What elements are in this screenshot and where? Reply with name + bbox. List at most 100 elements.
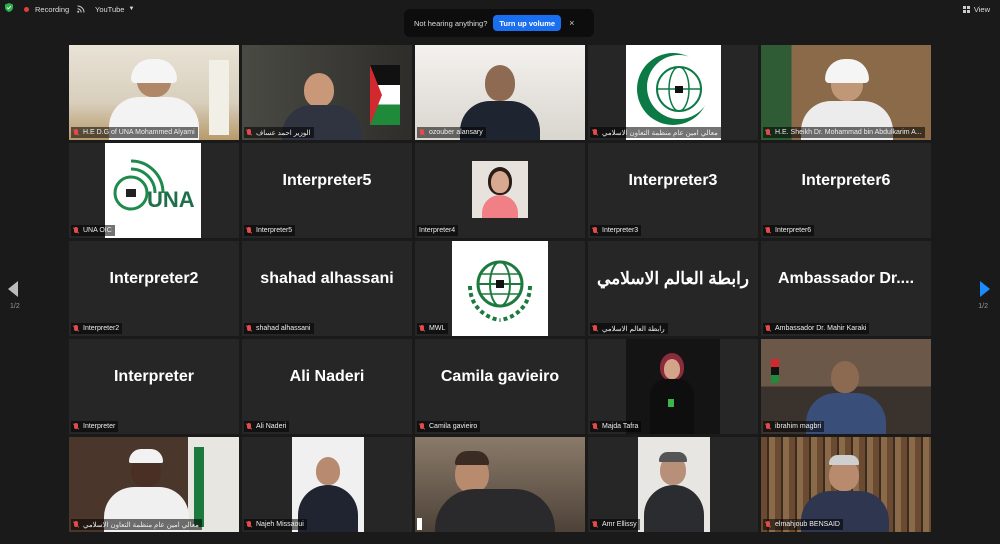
muted-mic-icon bbox=[419, 324, 425, 333]
participant-tile[interactable]: Amr Ellissy bbox=[588, 437, 758, 532]
participant-tile[interactable]: Interpreter5 Interpreter5 bbox=[242, 143, 412, 238]
participant-display-name: shahad alhassani bbox=[260, 270, 394, 287]
muted-mic-icon bbox=[246, 520, 252, 529]
muted-mic-icon bbox=[765, 324, 771, 333]
participant-name: H.E. Sheikh Dr. Mohammad bin Abdulkarim … bbox=[763, 127, 925, 138]
participant-name: Ambassador Dr. Mahir Karaki bbox=[763, 323, 870, 334]
participant-tile[interactable]: shahad alhassani shahad alhassani bbox=[242, 241, 412, 336]
participant-tile[interactable]: Interpreter3 Interpreter3 bbox=[588, 143, 758, 238]
participant-tile[interactable]: ozouber alansary bbox=[415, 45, 585, 140]
participant-name: UNA OIC bbox=[71, 225, 115, 236]
participant-display-name: Interpreter3 bbox=[628, 172, 718, 189]
muted-mic-icon bbox=[765, 226, 771, 235]
muted-mic-icon bbox=[592, 128, 598, 137]
participant-tile[interactable]: Camila gavieiro Camila gavieiro bbox=[415, 339, 585, 434]
participant-tile[interactable]: H.E. Sheikh Dr. Mohammad bin Abdulkarim … bbox=[761, 45, 931, 140]
muted-mic-icon bbox=[592, 422, 598, 431]
muted-mic-icon bbox=[246, 324, 252, 333]
chevron-down-icon: ▼ bbox=[128, 6, 135, 12]
participant-tile-active-speaker[interactable]: الوزير احمد عساف bbox=[242, 45, 412, 140]
mwl-logo-icon bbox=[468, 260, 532, 322]
previous-page-arrow-icon[interactable] bbox=[8, 281, 18, 302]
recording-label: Recording bbox=[35, 4, 70, 14]
participant-tile[interactable]: UNA UNA OIC bbox=[69, 143, 239, 238]
participant-tile[interactable] bbox=[415, 437, 585, 532]
participant-tile[interactable]: elmahjoub BENSAID bbox=[761, 437, 931, 532]
muted-mic-icon bbox=[592, 324, 598, 333]
participant-display-name: Ambassador Dr.... bbox=[777, 270, 915, 287]
participant-tile[interactable]: Ambassador Dr.... Ambassador Dr. Mahir K… bbox=[761, 241, 931, 336]
close-icon[interactable]: × bbox=[569, 18, 574, 28]
participant-name: Interpreter5 bbox=[244, 225, 296, 236]
muted-mic-icon bbox=[73, 324, 79, 333]
muted-mic-icon bbox=[765, 422, 771, 431]
muted-mic-icon bbox=[592, 226, 598, 235]
recording-indicator[interactable]: Recording bbox=[24, 3, 69, 15]
participant-tile[interactable]: Interpreter4 bbox=[415, 143, 585, 238]
view-label: View bbox=[973, 4, 990, 14]
security-shield-icon[interactable] bbox=[5, 3, 13, 12]
participant-tile[interactable]: Najeh Missaoui bbox=[242, 437, 412, 532]
participant-name: Interpreter4 bbox=[417, 225, 459, 236]
next-page-arrow-icon[interactable] bbox=[980, 281, 990, 302]
participant-tile[interactable]: Interpreter6 Interpreter6 bbox=[761, 143, 931, 238]
participant-name: shahad alhassani bbox=[244, 323, 314, 334]
audio-notice: Not hearing anything? Turn up volume × bbox=[404, 9, 594, 37]
page-indicator-left: 1/2 bbox=[10, 303, 20, 310]
participant-display-name: Ali Naderi bbox=[289, 368, 365, 385]
participant-tile[interactable]: Majda Tafra bbox=[588, 339, 758, 434]
participant-tile[interactable]: ibrahim magbri bbox=[761, 339, 931, 434]
participant-display-name: Interpreter2 bbox=[109, 270, 199, 287]
participant-display-name: رابطة العالم الاسلامي bbox=[596, 269, 750, 288]
participant-tile[interactable]: Interpreter2 Interpreter2 bbox=[69, 241, 239, 336]
participant-name: Interpreter6 bbox=[763, 225, 815, 236]
participant-name: MWL bbox=[417, 323, 449, 334]
participant-name: معالي امين عام منظمة التعاون الاسلامي bbox=[590, 127, 721, 138]
participant-tile[interactable]: معالي امين عام منظمة التعاون الاسلامي bbox=[69, 437, 239, 532]
participant-name: Camila gavieiro bbox=[417, 421, 481, 432]
participant-tile[interactable]: H.E D.G of UNA Mohammed Alyami bbox=[69, 45, 239, 140]
notice-text: Not hearing anything? bbox=[414, 18, 488, 28]
live-stream-icon[interactable] bbox=[77, 3, 85, 15]
participant-name: Interpreter3 bbox=[590, 225, 642, 236]
grid-view-icon bbox=[962, 5, 970, 13]
participant-name bbox=[417, 518, 422, 530]
muted-mic-icon bbox=[73, 226, 79, 235]
participant-name: H.E D.G of UNA Mohammed Alyami bbox=[71, 127, 198, 138]
participant-display-name: Interpreter5 bbox=[282, 172, 372, 189]
oic-logo-icon bbox=[637, 53, 711, 125]
page-indicator-right: 1/2 bbox=[978, 303, 988, 310]
participant-name: Ali Naderi bbox=[244, 421, 290, 432]
participant-display-name: Camila gavieiro bbox=[440, 368, 560, 385]
participant-tile[interactable]: Ali Naderi Ali Naderi bbox=[242, 339, 412, 434]
muted-mic-icon bbox=[592, 520, 598, 529]
participant-name: Majda Tafra bbox=[590, 421, 642, 432]
una-logo-text: UNA bbox=[147, 187, 195, 212]
muted-mic-icon bbox=[73, 422, 79, 431]
muted-mic-icon bbox=[73, 520, 79, 529]
participant-tile[interactable]: معالي امين عام منظمة التعاون الاسلامي bbox=[588, 45, 758, 140]
muted-mic-icon bbox=[765, 520, 771, 529]
gallery-grid: H.E D.G of UNA Mohammed Alyami الوزير اح… bbox=[69, 45, 931, 532]
muted-mic-icon bbox=[246, 422, 252, 431]
muted-mic-icon bbox=[765, 128, 771, 137]
participant-tile[interactable]: رابطة العالم الاسلامي رابطة العالم الاسل… bbox=[588, 241, 758, 336]
participant-name: ozouber alansary bbox=[417, 127, 486, 138]
participant-tile[interactable]: Interpreter Interpreter bbox=[69, 339, 239, 434]
participant-name: ibrahim magbri bbox=[763, 421, 825, 432]
participant-name: Najeh Missaoui bbox=[244, 519, 307, 530]
stream-label: YouTube bbox=[95, 4, 125, 14]
participant-name: Interpreter2 bbox=[71, 323, 123, 334]
recording-dot-icon bbox=[24, 6, 29, 12]
muted-mic-icon bbox=[73, 128, 79, 137]
turn-up-volume-button[interactable]: Turn up volume bbox=[493, 15, 562, 31]
participant-name: Amr Ellissy bbox=[590, 519, 640, 530]
muted-mic-icon bbox=[246, 128, 252, 137]
participant-name: elmahjoub BENSAID bbox=[763, 519, 843, 530]
view-button[interactable]: View bbox=[962, 3, 990, 15]
participant-tile[interactable]: MWL bbox=[415, 241, 585, 336]
muted-mic-icon bbox=[246, 226, 252, 235]
stream-dropdown[interactable]: YouTube ▼ bbox=[95, 3, 134, 15]
participant-name: معالي امين عام منظمة التعاون الاسلامي bbox=[71, 519, 202, 530]
muted-mic-icon bbox=[419, 128, 425, 137]
